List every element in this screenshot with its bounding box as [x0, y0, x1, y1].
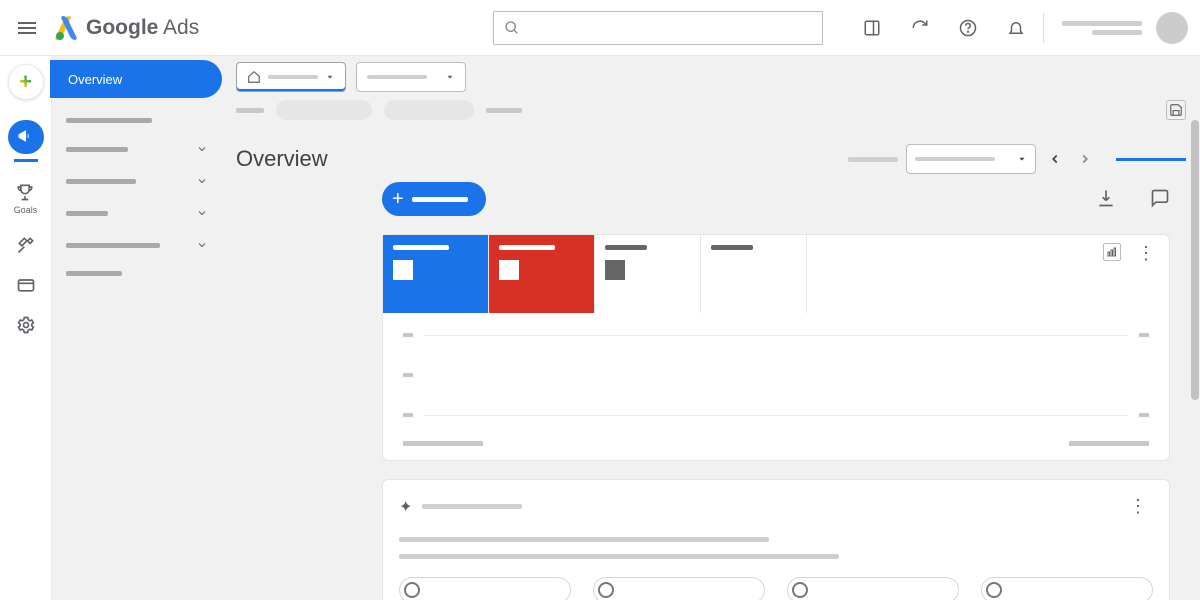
- brand-logo[interactable]: Google Ads: [52, 14, 199, 42]
- download-icon[interactable]: [1096, 188, 1116, 208]
- campaign-scope-chip[interactable]: [356, 62, 466, 92]
- rec-title: [422, 504, 522, 509]
- gear-icon: [16, 315, 36, 335]
- card-icon: [16, 275, 36, 295]
- rec-option-4[interactable]: [981, 577, 1153, 600]
- metric-tile-4[interactable]: [701, 235, 807, 313]
- card-actions: ⋮: [807, 235, 1169, 313]
- trophy-icon: [15, 182, 35, 202]
- feedback-icon[interactable]: [1150, 188, 1170, 208]
- radio-icon: [404, 582, 420, 598]
- dropdown-icon: [445, 72, 455, 82]
- help-icon[interactable]: [959, 19, 977, 37]
- save-icon: [1169, 103, 1183, 117]
- brand-name-2: Ads: [163, 16, 199, 39]
- rail-admin[interactable]: [16, 315, 36, 335]
- radio-icon: [986, 582, 1002, 598]
- chevron-down-icon: [196, 175, 208, 187]
- user-avatar[interactable]: [1156, 12, 1188, 44]
- radio-icon: [792, 582, 808, 598]
- card-menu-button[interactable]: ⋮: [1131, 243, 1161, 264]
- metric-tile-2[interactable]: [489, 235, 595, 313]
- search-input[interactable]: [493, 11, 823, 45]
- nav-item-3[interactable]: [52, 165, 222, 197]
- rec-option-1[interactable]: [399, 577, 571, 600]
- rec-text-1: [399, 537, 769, 542]
- chart-icon: [1106, 246, 1118, 258]
- rec-text-2: [399, 554, 839, 559]
- chevron-down-icon: [196, 239, 208, 251]
- performance-card: ⋮: [382, 234, 1170, 461]
- brand-name-1: Google: [86, 16, 158, 39]
- create-button[interactable]: +: [8, 64, 44, 100]
- divider: [1043, 13, 1044, 43]
- save-view-button[interactable]: [1166, 100, 1186, 120]
- plus-icon: +: [392, 189, 404, 209]
- prev-period-button[interactable]: [1044, 148, 1066, 170]
- filter-chip-2[interactable]: [384, 100, 474, 120]
- rec-option-2[interactable]: [593, 577, 765, 600]
- google-ads-logo-icon: [52, 14, 80, 42]
- sparkle-icon: ✦: [399, 497, 412, 517]
- scrollbar[interactable]: [1191, 120, 1199, 400]
- chart-x-label-end: [1069, 441, 1149, 446]
- nav-item-1[interactable]: [52, 108, 222, 133]
- plus-icon: +: [19, 71, 32, 93]
- account-scope-chip[interactable]: [236, 62, 346, 92]
- nav-item-4[interactable]: [52, 197, 222, 229]
- nav-item-6[interactable]: [52, 261, 222, 286]
- rail-goals-label: Goals: [14, 205, 38, 215]
- metric-tile-3[interactable]: [595, 235, 701, 313]
- performance-chart: [383, 313, 1169, 437]
- radio-icon: [598, 582, 614, 598]
- filter-chip-1[interactable]: [276, 100, 372, 120]
- new-campaign-button[interactable]: +: [382, 182, 486, 216]
- search-icon: [504, 20, 520, 36]
- dropdown-icon: [325, 72, 335, 82]
- chevron-down-icon: [196, 143, 208, 155]
- chart-x-label-start: [403, 441, 483, 446]
- notifications-icon[interactable]: [1007, 19, 1025, 37]
- rail-billing[interactable]: [16, 275, 36, 295]
- account-switcher[interactable]: [1062, 21, 1142, 35]
- breadcrumb-1: [236, 108, 264, 113]
- compare-label: [848, 157, 898, 162]
- appearance-icon[interactable]: [863, 19, 881, 37]
- megaphone-icon: [16, 126, 36, 146]
- rail-campaigns[interactable]: [8, 120, 44, 162]
- nav-overview[interactable]: Overview: [50, 60, 222, 98]
- breadcrumb-2: [486, 108, 522, 113]
- active-tab-indicator: [1116, 158, 1186, 161]
- chevron-down-icon: [196, 207, 208, 219]
- rec-option-3[interactable]: [787, 577, 959, 600]
- metric-tile-1[interactable]: [383, 235, 489, 313]
- rail-goals[interactable]: Goals: [14, 182, 38, 215]
- tools-icon: [16, 235, 36, 255]
- refresh-icon[interactable]: [911, 19, 929, 37]
- page-title: Overview: [236, 146, 328, 172]
- expand-chart-button[interactable]: [1103, 243, 1121, 261]
- rail-tools[interactable]: [16, 235, 36, 255]
- home-icon: [247, 70, 261, 84]
- recommendation-card: ✦ ⋮: [382, 479, 1170, 600]
- date-range-selector[interactable]: [906, 144, 1036, 174]
- menu-button[interactable]: [12, 16, 42, 40]
- next-period-button[interactable]: [1074, 148, 1096, 170]
- nav-item-2[interactable]: [52, 133, 222, 165]
- dropdown-icon: [1017, 154, 1027, 164]
- rec-menu-button[interactable]: ⋮: [1123, 496, 1153, 517]
- nav-item-5[interactable]: [52, 229, 222, 261]
